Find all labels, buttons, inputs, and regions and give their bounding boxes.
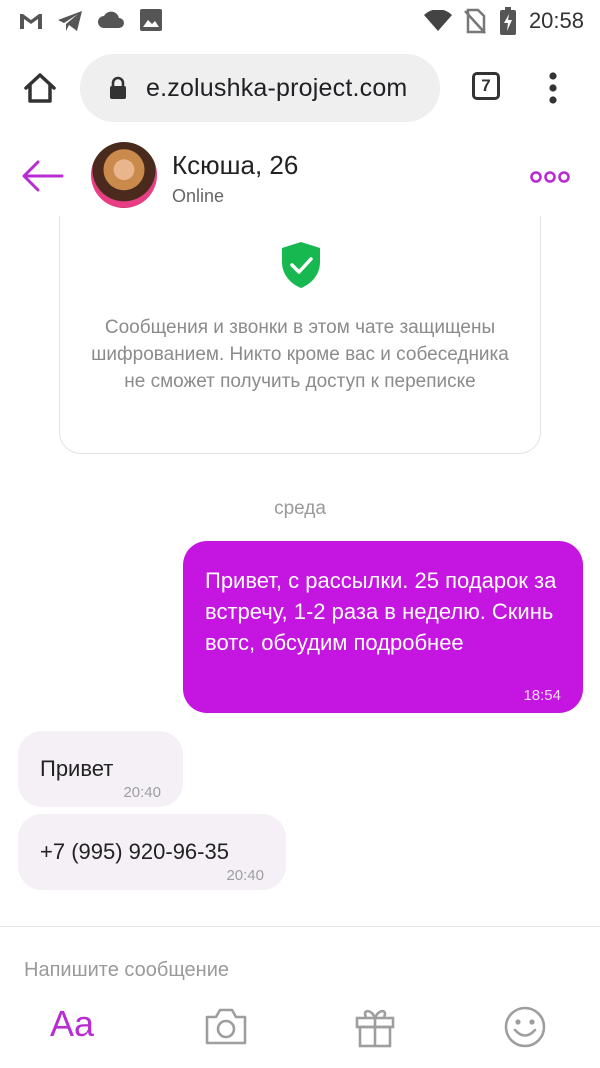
lock-icon — [110, 76, 126, 99]
shield-check-icon — [282, 242, 320, 288]
battery-charging-icon — [500, 7, 516, 35]
wifi-icon — [424, 10, 452, 31]
browser-toolbar: e.zolushka-project.com 7 — [0, 42, 600, 135]
message-time: 20:40 — [226, 867, 264, 884]
contact-avatar[interactable] — [91, 142, 157, 208]
date-divider: среда — [274, 498, 326, 519]
image-icon — [140, 9, 162, 31]
message-time: 18:54 — [523, 687, 561, 704]
tab-switcher-button[interactable]: 7 — [472, 72, 500, 100]
contact-status: Online — [172, 186, 225, 206]
no-sim-icon — [464, 8, 486, 34]
status-time: 20:58 — [528, 8, 584, 33]
cloud-icon — [98, 11, 124, 28]
incoming-message[interactable]: +7 (995) 920-96-35 20:40 — [18, 814, 286, 890]
message-input[interactable] — [24, 955, 584, 985]
outgoing-message[interactable]: Привет, с рассылки. 25 подарок за встреч… — [183, 541, 583, 713]
encryption-notice-card: Сообщения и звонки в этом чате защищены … — [59, 200, 541, 454]
message-text: +7 (995) 920-96-35 — [40, 839, 229, 864]
back-arrow-icon[interactable] — [20, 158, 64, 194]
home-button[interactable] — [20, 68, 60, 108]
incoming-message[interactable]: Привет 20:40 — [18, 731, 183, 807]
message-composer: Aa — [0, 926, 600, 1068]
text-format-button[interactable]: Aa — [50, 1003, 94, 1045]
gift-icon[interactable] — [354, 1005, 396, 1049]
message-text: Привет — [40, 756, 114, 781]
message-text: Привет, с рассылки. 25 подарок за встреч… — [205, 568, 557, 655]
telegram-icon — [58, 11, 82, 31]
address-bar[interactable]: e.zolushka-project.com — [80, 54, 440, 122]
message-time: 20:40 — [123, 784, 161, 801]
more-options-icon[interactable] — [530, 170, 570, 184]
status-bar: 20:58 — [0, 0, 600, 42]
contact-name[interactable]: Ксюша, 26 — [172, 150, 298, 181]
camera-icon[interactable] — [203, 1005, 249, 1049]
gmail-icon — [20, 14, 42, 29]
encryption-notice-text: Сообщения и звонки в этом чате защищены … — [91, 317, 509, 392]
emoji-icon[interactable] — [503, 1005, 547, 1049]
url-text: e.zolushka-project.com — [146, 74, 408, 102]
browser-menu-button[interactable] — [540, 68, 566, 108]
chat-header: Ксюша, 26 Online — [0, 134, 600, 216]
